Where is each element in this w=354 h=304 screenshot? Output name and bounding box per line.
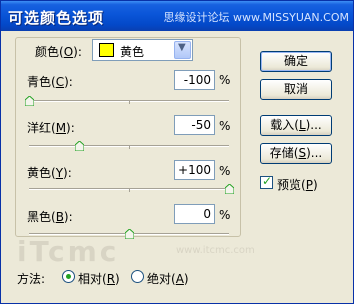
color-select-value: 黄色 bbox=[120, 45, 145, 59]
ok-button[interactable]: 确定 bbox=[260, 51, 332, 72]
slider-center-tick bbox=[129, 101, 130, 104]
black-slider-thumb[interactable] bbox=[125, 229, 134, 239]
yellow-input[interactable] bbox=[174, 160, 215, 180]
magenta-input[interactable] bbox=[174, 115, 215, 135]
yellow-percent: % bbox=[219, 164, 231, 178]
slider-center-tick bbox=[129, 146, 130, 149]
cyan-input[interactable] bbox=[174, 70, 215, 90]
save-button[interactable]: 存储(S)... bbox=[260, 143, 332, 164]
selective-color-dialog: 可选颜色选项 思缘设计论坛 www.MISSYUAN.COM 颜色(O): 黄色… bbox=[0, 0, 354, 304]
magenta-slider-track[interactable] bbox=[29, 145, 229, 149]
black-percent: % bbox=[219, 208, 231, 222]
absolute-label: 绝对(A) bbox=[147, 272, 189, 286]
title-bar[interactable]: 可选颜色选项 思缘设计论坛 www.MISSYUAN.COM bbox=[1, 1, 353, 31]
preview-label: 预览(P) bbox=[277, 178, 318, 192]
color-select-label: 颜色(O): bbox=[35, 45, 82, 59]
magenta-percent: % bbox=[219, 119, 231, 133]
cyan-percent: % bbox=[219, 73, 231, 87]
absolute-radio[interactable] bbox=[131, 270, 144, 283]
preview-checkbox[interactable]: ✓ bbox=[260, 174, 273, 189]
logo-site-text: www.itcmc.com bbox=[176, 245, 255, 256]
watermark-text: 思缘设计论坛 www.MISSYUAN.COM bbox=[163, 11, 349, 24]
radio-selected-dot bbox=[66, 274, 71, 279]
yellow-slider-track[interactable] bbox=[29, 188, 229, 192]
logo-watermark: iTcmc bbox=[17, 235, 120, 268]
slider-center-tick bbox=[129, 189, 130, 192]
color-select[interactable]: 黄色 ▼ bbox=[92, 39, 193, 61]
black-input[interactable] bbox=[174, 204, 215, 224]
chevron-down-icon[interactable]: ▼ bbox=[174, 41, 191, 59]
cancel-button[interactable]: 取消 bbox=[260, 79, 332, 100]
load-button[interactable]: 载入(L)... bbox=[260, 115, 332, 136]
window-title: 可选颜色选项 bbox=[8, 9, 105, 27]
cyan-label: 青色(C): bbox=[27, 75, 73, 89]
cyan-slider-track[interactable] bbox=[29, 100, 229, 104]
magenta-label: 洋红(M): bbox=[27, 121, 75, 135]
relative-label: 相对(R) bbox=[78, 272, 120, 286]
color-swatch bbox=[99, 43, 114, 57]
checkmark-icon: ✓ bbox=[262, 174, 273, 188]
magenta-slider-thumb[interactable] bbox=[75, 141, 84, 151]
black-label: 黑色(B): bbox=[27, 210, 73, 224]
cyan-slider-thumb[interactable] bbox=[25, 96, 34, 106]
yellow-slider-thumb[interactable] bbox=[225, 184, 234, 194]
yellow-label: 黄色(Y): bbox=[27, 166, 72, 180]
relative-radio[interactable] bbox=[62, 270, 75, 283]
method-label: 方法: bbox=[17, 272, 46, 286]
